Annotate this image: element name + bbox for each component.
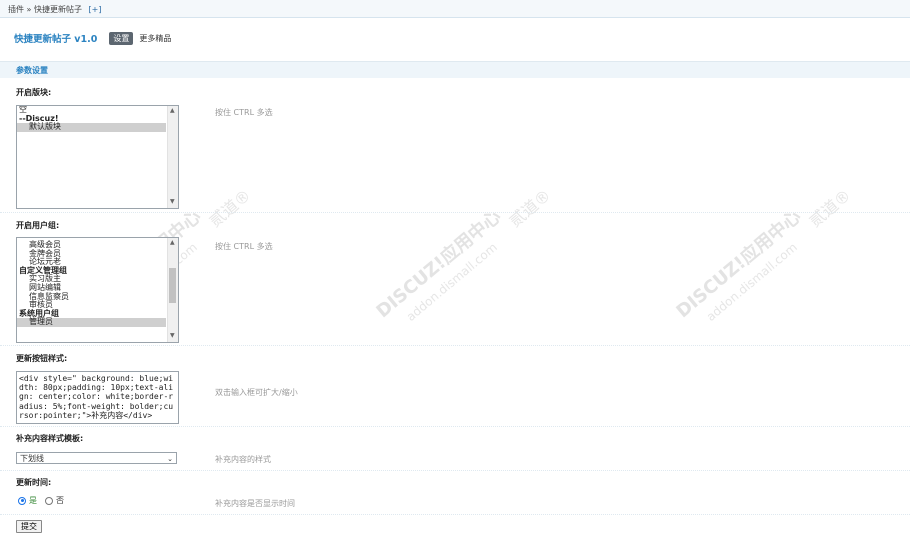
watermark-brand-3: DISCUZ!应用中心 xyxy=(672,206,806,323)
forums-select[interactable]: 空 --Discuz! 默认版块 ▲ ▼ xyxy=(16,105,179,209)
forums-label: 开启版块: xyxy=(16,88,52,97)
radio-yes-label[interactable]: 是 xyxy=(29,495,37,506)
tab-settings[interactable]: 设置 xyxy=(109,31,134,45)
groups-tip: 按住 CTRL 多选 xyxy=(215,242,273,251)
submit-button[interactable]: 提交 xyxy=(16,520,42,533)
watermark-mark-3: 贰道® xyxy=(805,185,855,231)
template-select-value: 下划线 xyxy=(20,454,44,463)
template-select[interactable]: 下划线 ⌄ xyxy=(16,452,177,464)
chevron-down-icon: ⌄ xyxy=(167,455,173,463)
radio-no-label[interactable]: 否 xyxy=(56,495,64,506)
button-style-label: 更新按钮样式: xyxy=(16,354,68,363)
add-shortcut-link[interactable]: [+] xyxy=(89,5,102,14)
scroll-down-icon[interactable]: ▼ xyxy=(170,332,175,341)
divider xyxy=(0,345,910,346)
show-time-tip: 补充内容是否显示时间 xyxy=(215,499,295,508)
section-header: 参数设置 xyxy=(0,61,910,78)
page-title: 快捷更新帖子 v1.0 xyxy=(14,34,98,45)
show-time-radio-group: 是 否 xyxy=(18,495,72,506)
tab-more-plugins[interactable]: 更多精品 xyxy=(139,33,171,44)
list-item[interactable]: 管理员 xyxy=(17,318,166,327)
divider xyxy=(0,212,910,213)
scrollbar-thumb[interactable] xyxy=(169,268,176,303)
list-item[interactable]: 默认版块 xyxy=(17,123,166,132)
divider xyxy=(0,470,910,471)
button-style-textarea[interactable]: <div style=" background: blue;width: 80p… xyxy=(16,371,179,424)
scroll-down-icon[interactable]: ▼ xyxy=(170,198,175,207)
scrollbar[interactable]: ▲ ▼ xyxy=(167,106,178,208)
scrollbar[interactable]: ▲ ▼ xyxy=(167,238,178,342)
divider xyxy=(0,426,910,427)
breadcrumb-bar: 插件 » 快捷更新帖子 [+] xyxy=(0,0,910,18)
radio-no[interactable] xyxy=(45,496,53,505)
scroll-up-icon[interactable]: ▲ xyxy=(170,239,175,248)
button-style-tip: 双击输入框可扩大/缩小 xyxy=(215,388,298,397)
divider xyxy=(0,514,910,515)
groups-select[interactable]: 高级会员 金牌会员 论坛元老 自定义管理组 实习版主 网站编辑 信息监察员 审核… xyxy=(16,237,179,343)
radio-yes[interactable] xyxy=(18,496,26,505)
template-tip: 补充内容的样式 xyxy=(215,455,271,464)
watermark-mark-2: 贰道® xyxy=(505,185,555,231)
scroll-up-icon[interactable]: ▲ xyxy=(170,107,175,116)
show-time-label: 更新时间: xyxy=(16,478,52,487)
groups-label: 开启用户组: xyxy=(16,221,60,230)
watermark-brand-2: DISCUZ!应用中心 xyxy=(372,206,506,323)
forums-tip: 按住 CTRL 多选 xyxy=(215,108,273,117)
plugin-header: 快捷更新帖子 v1.0 设置 更多精品 xyxy=(14,31,171,45)
section-title: 参数设置 xyxy=(16,66,48,75)
breadcrumb: 插件 » 快捷更新帖子 [+] xyxy=(8,4,101,15)
watermark-mark-1: 贰道® xyxy=(205,185,255,231)
breadcrumb-text: 插件 » 快捷更新帖子 xyxy=(8,5,82,14)
template-label: 补充内容样式模板: xyxy=(16,434,84,443)
